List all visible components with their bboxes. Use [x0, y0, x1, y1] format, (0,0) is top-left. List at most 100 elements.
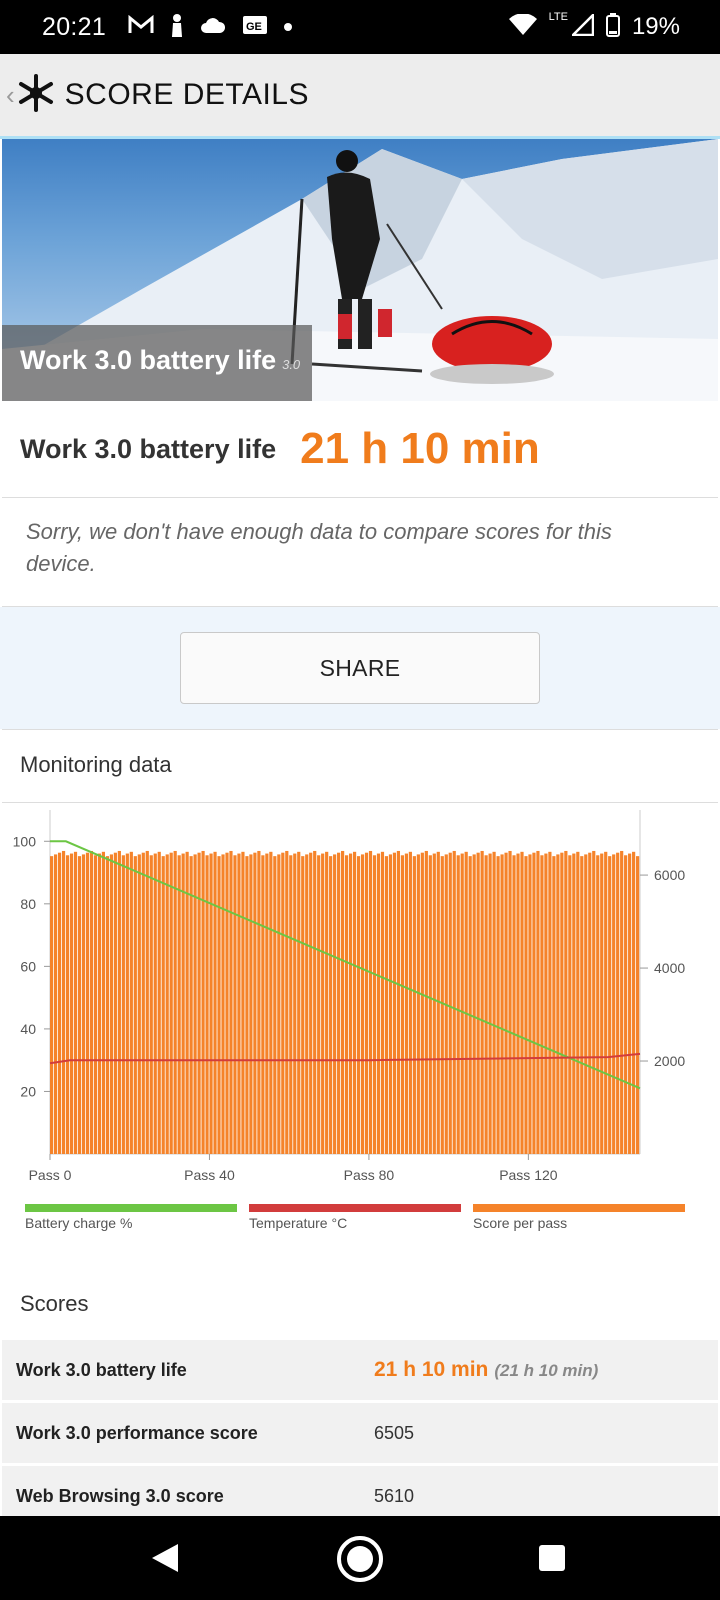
score-bar [253, 852, 257, 1154]
score-bar [348, 853, 353, 1154]
gmail-icon [128, 14, 154, 40]
score-bar [388, 854, 393, 1154]
monitoring-title: Monitoring data [20, 752, 172, 777]
back-chevron-icon[interactable]: ‹ [6, 80, 15, 111]
score-bar [504, 852, 508, 1154]
score-bar [404, 853, 408, 1154]
score-bar [572, 853, 576, 1154]
score-bar [181, 853, 185, 1154]
scores-title: Scores [20, 1291, 89, 1316]
score-bar [325, 851, 329, 1154]
score-bar [384, 856, 389, 1154]
score-bar [93, 855, 98, 1154]
score-bar [576, 851, 580, 1154]
score-bar [50, 856, 54, 1154]
score-bar [109, 854, 113, 1154]
legend-label: Score per pass [473, 1215, 567, 1231]
score-bar [265, 853, 269, 1154]
score-bar [484, 855, 488, 1154]
ge-icon: GE [242, 15, 268, 40]
score-bar [368, 850, 373, 1154]
hero-image: Work 3.0 battery life 3.0 [2, 139, 718, 401]
status-time: 20:21 [42, 12, 107, 41]
score-bar [496, 856, 500, 1154]
score-row-battery-life: Work 3.0 battery life 21 h 10 min (21 h 1… [2, 1340, 718, 1403]
legend-label: Temperature °C [249, 1215, 347, 1231]
x-tick-label: Pass 40 [184, 1167, 235, 1183]
score-bar [73, 851, 78, 1154]
score-bar [177, 855, 181, 1154]
score-bar [173, 850, 177, 1154]
score-bar [524, 856, 528, 1154]
svg-text:GE: GE [246, 21, 262, 33]
score-bar [261, 855, 265, 1154]
share-button[interactable]: SHARE [180, 632, 540, 704]
cloud-icon [200, 16, 226, 39]
signal-icon [569, 11, 595, 41]
left-tick-label: 20 [20, 1083, 36, 1099]
x-tick-label: Pass 80 [344, 1167, 395, 1183]
score-bar [432, 853, 436, 1154]
score-bar [169, 852, 173, 1154]
score-bar [65, 855, 70, 1154]
score-bar [345, 855, 349, 1154]
score-bar [117, 850, 121, 1154]
compare-notice-text: Sorry, we don't have enough data to comp… [26, 519, 612, 576]
score-bar [81, 854, 86, 1154]
recents-icon[interactable] [538, 1544, 566, 1577]
score-bar [301, 856, 305, 1154]
score-bar [157, 851, 161, 1154]
back-icon[interactable] [150, 1542, 180, 1579]
score-bar [544, 853, 548, 1154]
score-bar [428, 855, 432, 1154]
scores-table: Work 3.0 battery life 21 h 10 min (21 h 1… [2, 1340, 718, 1529]
score-bar [161, 856, 165, 1154]
score-bar [269, 851, 273, 1154]
score-bar [364, 852, 369, 1154]
score-bar [85, 852, 90, 1154]
home-icon[interactable] [335, 1534, 385, 1589]
right-tick-label: 6000 [654, 867, 685, 883]
hero-version: 3.0 [282, 357, 301, 372]
score-bar [89, 850, 94, 1154]
score-bar [612, 854, 616, 1154]
score-bar [221, 854, 225, 1154]
score-bar [608, 856, 612, 1154]
score-bar [257, 850, 261, 1154]
score-bar [600, 853, 604, 1154]
score-bar [492, 851, 496, 1154]
status-bar: 20:21 GE LTE 19% [0, 0, 720, 54]
score-bar [500, 854, 504, 1154]
score-bar [249, 854, 253, 1154]
score-bar [129, 851, 133, 1154]
score-bar [372, 855, 377, 1154]
score-bar [416, 854, 420, 1154]
score-bar [564, 850, 568, 1154]
left-tick-label: 60 [20, 958, 36, 974]
score-bar [229, 850, 233, 1154]
score-bar [540, 855, 544, 1154]
score-name: Work 3.0 performance score [16, 1422, 258, 1443]
x-tick-label: Pass 0 [29, 1167, 72, 1183]
score-bar [456, 855, 460, 1154]
score-bar [508, 850, 512, 1154]
score-bar [480, 850, 484, 1154]
score-bar [321, 853, 325, 1154]
score-bar [592, 850, 596, 1154]
score-bar [333, 854, 337, 1154]
score-value: 5610 [374, 1485, 415, 1506]
score-bar [225, 852, 229, 1154]
score-bar [121, 855, 125, 1154]
score-bar [560, 852, 564, 1154]
score-bar [213, 851, 217, 1154]
score-bar [380, 851, 385, 1154]
app-header: ‹ SCORE DETAILS [0, 54, 720, 139]
score-bar [588, 852, 592, 1154]
score-bar [352, 851, 357, 1154]
score-bar [584, 854, 588, 1154]
score-bar [185, 851, 189, 1154]
score-bar [448, 852, 452, 1154]
score-bar [392, 852, 397, 1154]
score-bar [149, 855, 153, 1154]
score-bar [468, 856, 472, 1154]
